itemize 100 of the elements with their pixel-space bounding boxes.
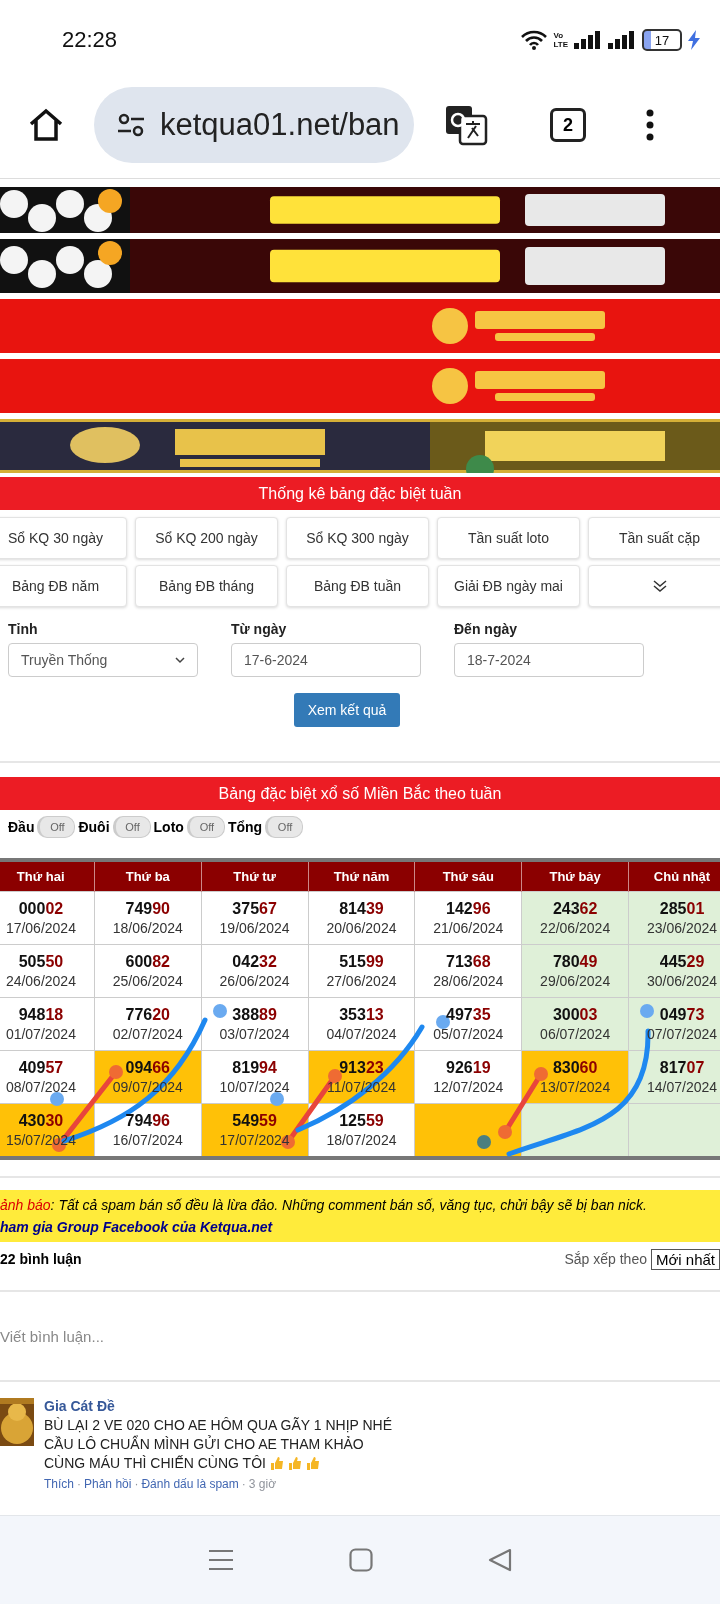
date-field[interactable]: 18-7-2024 bbox=[454, 643, 644, 677]
result-number: 49735 bbox=[446, 1006, 491, 1024]
comment-time: 3 giờ bbox=[248, 1477, 276, 1491]
toggle-label: Loto bbox=[153, 819, 184, 835]
author-name[interactable]: Gia Cát Đề bbox=[44, 1398, 393, 1414]
result-number: 92619 bbox=[446, 1059, 491, 1077]
result-date: 27/06/2024 bbox=[325, 973, 398, 989]
home-icon[interactable] bbox=[28, 108, 64, 142]
column-header: Thứ hai bbox=[0, 860, 95, 892]
result-number: 43030 bbox=[18, 1112, 64, 1130]
column-header: Chủ nhật bbox=[628, 860, 720, 892]
comment-action-link[interactable]: Thích bbox=[44, 1477, 74, 1491]
result-number: 04973 bbox=[659, 1006, 705, 1024]
toggle-switch[interactable]: Off bbox=[186, 816, 225, 838]
tab-switcher-button[interactable]: 2 bbox=[550, 108, 586, 142]
result-date: 01/07/2024 bbox=[4, 1026, 77, 1042]
comment-action-link[interactable]: Đánh dấu là spam bbox=[141, 1477, 239, 1491]
result-number: 71368 bbox=[446, 953, 491, 971]
result-number: 74990 bbox=[125, 900, 170, 918]
url-field[interactable]: ketqua01.net/ban bbox=[94, 87, 414, 163]
column-header: Thứ bảy bbox=[521, 860, 629, 892]
result-date: 16/07/2024 bbox=[111, 1132, 184, 1148]
result-date: 10/07/2024 bbox=[218, 1079, 291, 1095]
section-heading: Thống kê bảng đặc biệt tuần bbox=[0, 477, 720, 510]
toggle-switch[interactable]: Off bbox=[37, 816, 76, 838]
thumbs-up-icon bbox=[287, 1455, 302, 1471]
result-date: 22/06/2024 bbox=[539, 920, 612, 936]
home-button-icon[interactable] bbox=[349, 1548, 373, 1572]
column-header: Thứ năm bbox=[308, 860, 415, 892]
stats-link[interactable]: Sổ KQ 30 ngày bbox=[0, 517, 127, 559]
field-label: Từ ngày bbox=[231, 621, 288, 637]
result-number: 37567 bbox=[232, 900, 277, 918]
result-date: 24/06/2024 bbox=[4, 973, 77, 989]
result-date: 21/06/2024 bbox=[432, 920, 505, 936]
sort-label: Sắp xếp theo bbox=[564, 1251, 647, 1267]
column-header: Thứ ba bbox=[94, 860, 202, 892]
stats-link[interactable]: Bảng ĐB năm bbox=[0, 565, 127, 607]
wifi-icon bbox=[521, 30, 548, 50]
result-date: 18/06/2024 bbox=[111, 920, 184, 936]
translate-icon[interactable] bbox=[444, 104, 488, 146]
result-number: 28501 bbox=[659, 900, 705, 918]
field-label: Đến ngày bbox=[454, 621, 518, 637]
result-number: 51599 bbox=[339, 953, 384, 971]
back-icon[interactable] bbox=[488, 1548, 513, 1572]
result-number: 04232 bbox=[232, 953, 277, 971]
result-date: 08/07/2024 bbox=[4, 1079, 77, 1095]
result-date: 17/06/2024 bbox=[4, 920, 77, 936]
stats-link[interactable]: Sổ KQ 200 ngày bbox=[135, 517, 278, 559]
thumbs-up-icon bbox=[305, 1455, 320, 1471]
toggle-label: Tổng bbox=[227, 819, 263, 835]
sort-select[interactable]: Mới nhất bbox=[650, 1248, 720, 1270]
group-link[interactable]: ham gia Group Facebook của Ketqua.net bbox=[0, 1219, 273, 1235]
stats-link[interactable]: Tần suất loto bbox=[437, 517, 580, 559]
status-time: 22:28 bbox=[62, 27, 118, 53]
comment-text: CẦU LÔ CHUẨN MÌNH GỬI CHO AE THAM KHẢO bbox=[44, 1436, 364, 1452]
stats-link[interactable]: Giải ĐB ngày mai bbox=[437, 565, 580, 607]
warning-text: ảnh báo: Tất cả spam bán số đều là lừa đảo. Những comment bán số, văng tục, chửi bậy sẽ bị ban nick. bbox=[0, 1196, 648, 1215]
result-date: 05/07/2024 bbox=[432, 1026, 505, 1042]
result-number: 24362 bbox=[552, 900, 598, 918]
comment-input[interactable]: Viết bình luận... bbox=[0, 1290, 720, 1382]
result-date: 29/06/2024 bbox=[539, 973, 612, 989]
section-heading: Bảng đặc biệt xổ số Miền Bắc theo tuần bbox=[0, 777, 720, 810]
separator-dot: · bbox=[77, 1477, 81, 1491]
comment-action-link[interactable]: Phản hồi bbox=[84, 1477, 132, 1491]
result-number: 40957 bbox=[18, 1059, 64, 1077]
result-date: 20/06/2024 bbox=[325, 920, 398, 936]
stats-link[interactable]: Sổ KQ 300 ngày bbox=[286, 517, 429, 559]
charging-icon bbox=[688, 30, 700, 50]
result-number: 60082 bbox=[125, 953, 170, 971]
toggle-label: Đầu bbox=[8, 819, 35, 835]
province-select[interactable]: Truyền Thống bbox=[8, 643, 198, 677]
result-date: 25/06/2024 bbox=[111, 973, 184, 989]
battery-icon: 17 bbox=[642, 29, 682, 51]
result-number: 78049 bbox=[552, 953, 598, 971]
url-text: ketqua01.net/ban bbox=[160, 107, 400, 143]
result-number: 50550 bbox=[18, 953, 64, 971]
result-date: 14/07/2024 bbox=[646, 1079, 719, 1095]
site-settings-icon bbox=[116, 112, 146, 138]
result-number: 91323 bbox=[339, 1059, 384, 1077]
stats-link[interactable]: Bảng ĐB tháng bbox=[135, 565, 278, 607]
menu-icon[interactable] bbox=[646, 109, 654, 141]
result-number: 09466 bbox=[125, 1059, 170, 1077]
comment-text: CÙNG MÁU THÌ CHIẾN CÙNG TÔI bbox=[44, 1455, 266, 1471]
submit-button[interactable]: Xem kết quả bbox=[293, 693, 401, 727]
volte-label: Vo bbox=[553, 31, 565, 40]
result-date: 03/07/2024 bbox=[218, 1026, 291, 1042]
result-number: 38889 bbox=[232, 1006, 277, 1024]
date-field[interactable]: 17-6-2024 bbox=[231, 643, 421, 677]
toggle-switch[interactable]: Off bbox=[112, 816, 151, 838]
chevron-double-down-icon bbox=[652, 580, 667, 592]
result-number: 79496 bbox=[125, 1112, 170, 1130]
result-date: 04/07/2024 bbox=[325, 1026, 398, 1042]
result-date: 18/07/2024 bbox=[325, 1132, 398, 1148]
result-date: 19/06/2024 bbox=[218, 920, 291, 936]
stats-link[interactable]: Bảng ĐB tuần bbox=[286, 565, 429, 607]
result-number: 30003 bbox=[552, 1006, 598, 1024]
column-header: Thứ sáu bbox=[414, 860, 522, 892]
toggle-switch[interactable]: Off bbox=[265, 816, 304, 838]
stats-link[interactable]: Tần suất cặp bbox=[588, 517, 720, 559]
result-number: 94818 bbox=[18, 1006, 64, 1024]
